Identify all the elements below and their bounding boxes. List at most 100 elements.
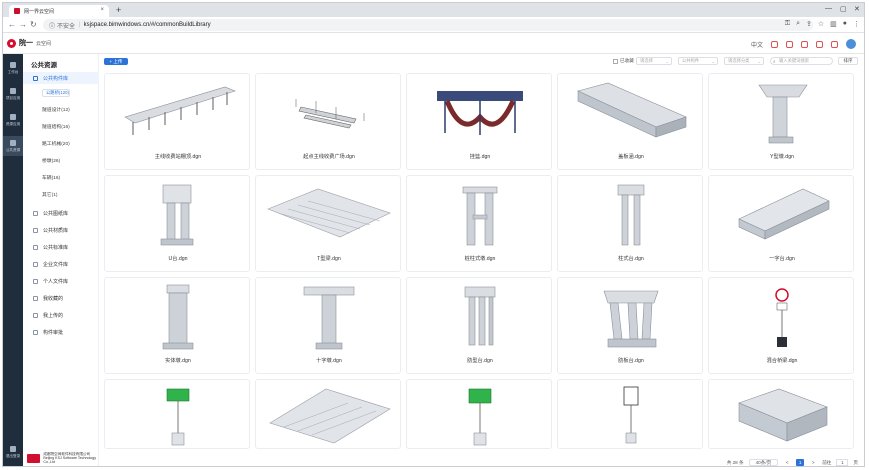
company-logo: 成都院空间软件科技有限公司 Beijing KSJ Software Techno… xyxy=(27,452,98,465)
browser-actions: ⚿ ⌕ ⇪ ☆ ▥ ● ⋮ xyxy=(785,20,860,28)
sidebar-sub-item[interactable]: 车辆(16) xyxy=(42,174,60,181)
goto-page-input[interactable]: 1 xyxy=(836,459,849,466)
key-icon[interactable]: ⚿ xyxy=(785,20,790,28)
url-text[interactable]: ksjspace.bimwindows.cn/#/commonBuildLibr… xyxy=(84,22,211,28)
sidebar-item-personal[interactable]: 个人文件库 xyxy=(23,275,99,287)
sidebar-sub-item[interactable]: 其它(1) xyxy=(42,191,57,198)
filter-select-1[interactable]: 请选择 ⌄ xyxy=(636,57,672,65)
message-icon[interactable] xyxy=(831,40,838,48)
component-card[interactable] xyxy=(255,379,401,449)
bell-icon[interactable] xyxy=(816,40,823,48)
component-card[interactable]: 盖板涵.dgn xyxy=(557,73,703,170)
sidebar-item-label: 我收藏的 xyxy=(43,295,64,302)
sidebar-item-favorites[interactable]: 我收藏的 xyxy=(23,292,99,304)
component-card[interactable] xyxy=(104,379,250,449)
sidebar-item-standards[interactable]: 公共标准库 xyxy=(23,241,99,253)
avatar[interactable] xyxy=(846,39,856,49)
filter-select-2[interactable]: 公共构件 ⌄ xyxy=(678,57,718,65)
page-number[interactable]: 1 xyxy=(796,459,805,466)
star-icon[interactable]: ☆ xyxy=(818,20,824,28)
component-card[interactable]: 挂篮.dgn xyxy=(406,73,552,170)
library-icon xyxy=(33,75,38,81)
card-label: 盖板涵.dgn xyxy=(618,154,644,160)
sidebar-sub-item[interactable]: 隧道设计(12) xyxy=(42,106,70,113)
settings-icon[interactable] xyxy=(786,40,793,48)
sidebar-item-enterprise[interactable]: 企业文件库 xyxy=(23,258,99,270)
component-card[interactable]: 桩柱式墩.dgn xyxy=(406,175,552,272)
sort-button[interactable]: 排序 xyxy=(838,57,858,65)
pagination: 共 28 条 40条/页 < 1 > 前往 1 页 xyxy=(100,457,864,466)
favorited-label: 已收藏 xyxy=(620,58,634,63)
rail-item-public[interactable]: 公共资源 xyxy=(3,136,23,156)
menu-icon[interactable]: ⋮ xyxy=(853,20,860,28)
sidebar-item-approval[interactable]: 构件审批 xyxy=(23,326,99,338)
rail-item-workbench[interactable]: 工作台 xyxy=(3,58,23,78)
language-switch[interactable]: 中文 xyxy=(751,40,763,49)
favorited-filter[interactable]: 已收藏 xyxy=(613,58,634,64)
zoom-icon[interactable]: ⌕ xyxy=(796,20,800,28)
forward-icon[interactable]: → xyxy=(19,20,27,30)
sidebar-group-components[interactable]: 公共构件库 xyxy=(23,72,99,84)
rail-item-logout[interactable]: 退出登录 xyxy=(3,442,23,462)
share-icon[interactable]: ⇪ xyxy=(806,20,812,28)
component-card[interactable]: 肋型台.dgn xyxy=(406,277,552,374)
sidepanel-icon[interactable]: ▥ xyxy=(830,20,837,28)
component-card[interactable]: 肋板台.dgn xyxy=(557,277,703,374)
profile-icon[interactable]: ● xyxy=(843,20,847,28)
component-card[interactable]: 主线收费站棚顶.dgn xyxy=(104,73,250,170)
minimize-icon[interactable]: — xyxy=(825,5,832,12)
app-logo[interactable]: 院一 云空间 xyxy=(7,38,51,48)
component-card[interactable] xyxy=(406,379,552,449)
rail-item-projects[interactable]: 项目应用 xyxy=(3,84,23,104)
sidebar-sub-item[interactable]: 隧道结构(16) xyxy=(42,123,70,130)
tab-close-icon[interactable]: × xyxy=(100,7,104,13)
sidebar-item-uploads[interactable]: 我上传的 xyxy=(23,309,99,321)
chevron-down-icon: ⌄ xyxy=(757,59,761,64)
toolbar: + 上传 已收藏 请选择 ⌄ 公共构件 ⌄ 请选择分类 ⌄ ⌕ 输入关键词搜索 排序 xyxy=(100,54,864,69)
sidebar-item-drawings[interactable]: 公共图纸库 xyxy=(23,207,99,219)
component-card[interactable] xyxy=(557,379,703,449)
company-mark-icon xyxy=(27,453,41,463)
card-label: T型梁.dgn xyxy=(317,256,341,262)
browser-tab[interactable]: 网一界云空间 × xyxy=(9,5,109,17)
component-thumbnail xyxy=(269,388,391,444)
component-card[interactable] xyxy=(708,379,854,449)
sidebar-sub-item[interactable]: 路工机械(20) xyxy=(42,140,70,147)
prev-page-button[interactable]: < xyxy=(783,459,791,466)
help-icon[interactable] xyxy=(771,40,778,48)
component-card[interactable]: 一字台.dgn xyxy=(708,175,854,272)
component-card[interactable]: 十字墩.dgn xyxy=(255,277,401,374)
new-tab-icon[interactable]: + xyxy=(116,5,121,15)
chevron-down-icon: ⌄ xyxy=(665,59,669,64)
component-card[interactable]: 起点主线收费广场.dgn xyxy=(255,73,401,170)
component-card[interactable]: T型梁.dgn xyxy=(255,175,401,272)
component-thumbnail xyxy=(617,184,645,246)
code-icon[interactable] xyxy=(801,40,808,48)
filter-select-3[interactable]: 请选择分类 ⌄ xyxy=(724,57,764,65)
next-page-button[interactable]: > xyxy=(809,459,817,466)
component-card[interactable]: 柱式台.dgn xyxy=(557,175,703,272)
goto-label: 前往 xyxy=(822,459,832,465)
back-icon[interactable]: ← xyxy=(8,20,16,30)
reload-icon[interactable]: ↻ xyxy=(30,20,37,30)
component-card[interactable]: Y型墩.dgn xyxy=(708,73,854,170)
sidebar-sub-item[interactable]: 桥墩(26) xyxy=(42,157,60,164)
page-size-select[interactable]: 40条/页 xyxy=(748,459,779,466)
url-box[interactable]: ⓘ 不安全 | ksjspace.bimwindows.cn/#/commonB… xyxy=(43,19,813,31)
component-thumbnail xyxy=(437,91,523,135)
rail-item-resources[interactable]: 资源应用 xyxy=(3,110,23,130)
sidebar-sub-item[interactable]: 公路桥(120) xyxy=(42,89,70,97)
component-thumbnail xyxy=(464,286,496,346)
component-thumbnail xyxy=(162,284,194,350)
upload-button[interactable]: + 上传 xyxy=(104,58,128,65)
maximize-icon[interactable]: ▢ xyxy=(840,5,847,13)
sidebar-item-materials[interactable]: 公共材质库 xyxy=(23,224,99,236)
component-card[interactable]: 混合桥梁.dgn xyxy=(708,277,854,374)
search-input[interactable]: ⌕ 输入关键词搜索 xyxy=(770,57,833,65)
component-card[interactable]: 实体墩.dgn xyxy=(104,277,250,374)
close-window-icon[interactable]: ✕ xyxy=(854,5,860,13)
card-label: Y型墩.dgn xyxy=(770,154,794,160)
component-card[interactable]: U台.dgn xyxy=(104,175,250,272)
info-icon[interactable]: ⓘ xyxy=(49,21,55,30)
checkbox[interactable] xyxy=(613,58,618,64)
